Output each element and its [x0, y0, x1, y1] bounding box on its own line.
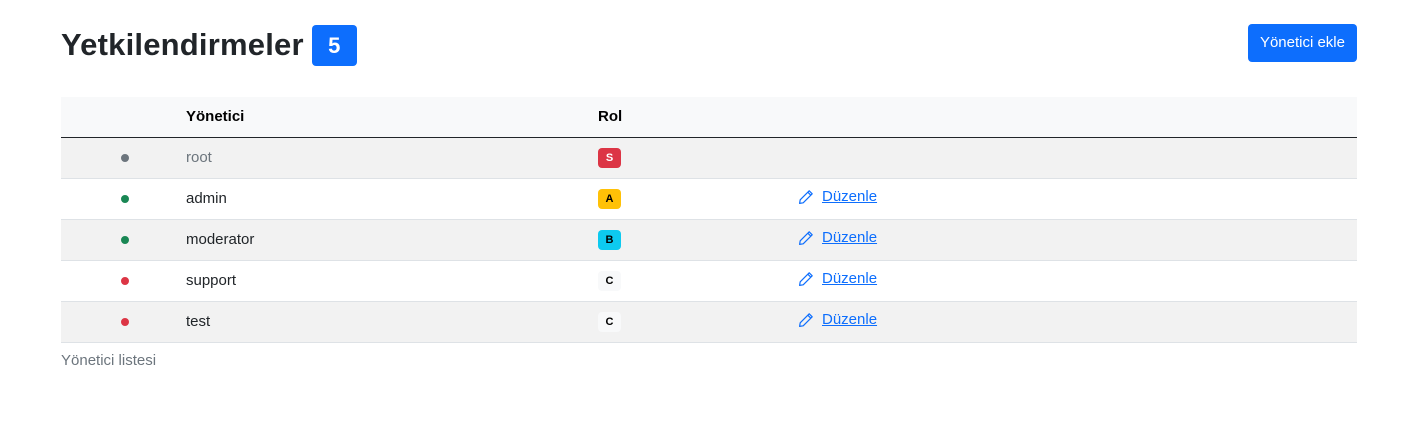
action-cell: Düzenle	[798, 178, 1357, 219]
table-row: moderator B Düzenle	[61, 219, 1357, 260]
page-header: Yetkilendirmeler 5 Yönetici ekle	[61, 24, 1357, 66]
table-header: Yönetici Rol	[61, 97, 1357, 137]
status-dot-icon	[120, 154, 129, 162]
table-caption: Yönetici listesi	[61, 352, 157, 369]
role-badge: B	[598, 229, 621, 250]
column-header-status	[61, 97, 186, 137]
username-cell: support	[186, 260, 598, 301]
table-row: support C Düzenle	[61, 260, 1357, 301]
pencil-icon	[799, 312, 813, 327]
role-badge: S	[598, 147, 621, 168]
count-badge: 5	[311, 24, 357, 66]
table-body: root S admin A Düzenle moderator B Düzen…	[61, 137, 1357, 342]
pencil-icon	[799, 271, 813, 286]
username-cell: test	[186, 301, 598, 342]
role-cell: S	[598, 137, 798, 178]
edit-link[interactable]: Düzenle	[798, 188, 877, 205]
status-cell	[61, 178, 186, 219]
status-cell	[61, 137, 186, 178]
status-dot-icon	[120, 277, 129, 285]
username: test	[186, 313, 211, 330]
action-cell: Düzenle	[798, 260, 1357, 301]
role-badge: C	[598, 311, 621, 332]
status-dot-icon	[120, 236, 129, 244]
status-cell	[61, 260, 186, 301]
table-row: admin A Düzenle	[61, 178, 1357, 219]
status-cell	[61, 219, 186, 260]
edit-link-label: Düzenle	[822, 311, 878, 329]
username: root	[186, 149, 212, 166]
role-badge: A	[598, 188, 621, 209]
username: admin	[186, 190, 227, 207]
add-admin-button[interactable]: Yönetici ekle	[1247, 24, 1357, 62]
action-cell: Düzenle	[798, 219, 1357, 260]
status-dot-icon	[120, 318, 129, 326]
username-cell: admin	[186, 178, 598, 219]
page-title: Yetkilendirmeler	[61, 27, 304, 62]
role-cell: C	[598, 260, 798, 301]
edit-link-label: Düzenle	[822, 229, 878, 247]
username: support	[186, 272, 237, 289]
username-cell: root	[186, 137, 598, 178]
role-badge: C	[598, 270, 621, 291]
edit-link-label: Düzenle	[822, 270, 878, 288]
action-cell	[798, 137, 1357, 178]
role-cell: B	[598, 219, 798, 260]
edit-link[interactable]: Düzenle	[798, 270, 877, 287]
admin-table: Yönetici Rol root S admin A Düzenle mode…	[61, 97, 1357, 343]
edit-link[interactable]: Düzenle	[798, 229, 877, 246]
username: moderator	[186, 231, 255, 248]
column-header-actions	[798, 97, 1357, 137]
title-group: Yetkilendirmeler 5	[61, 24, 357, 66]
pencil-icon	[799, 189, 813, 204]
role-cell: A	[598, 178, 798, 219]
status-cell	[61, 301, 186, 342]
status-dot-icon	[120, 195, 129, 203]
page: Yetkilendirmeler 5 Yönetici ekle Yönetic…	[0, 0, 1417, 446]
column-header-admin: Yönetici	[186, 108, 245, 126]
edit-link[interactable]: Düzenle	[798, 311, 877, 328]
pencil-icon	[799, 230, 813, 245]
column-header-role: Rol	[598, 108, 623, 126]
action-cell: Düzenle	[798, 301, 1357, 342]
edit-link-label: Düzenle	[822, 188, 878, 206]
table-header-row: Yönetici Rol	[61, 97, 1357, 137]
table-row: root S	[61, 137, 1357, 178]
role-cell: C	[598, 301, 798, 342]
username-cell: moderator	[186, 219, 598, 260]
table-row: test C Düzenle	[61, 301, 1357, 342]
